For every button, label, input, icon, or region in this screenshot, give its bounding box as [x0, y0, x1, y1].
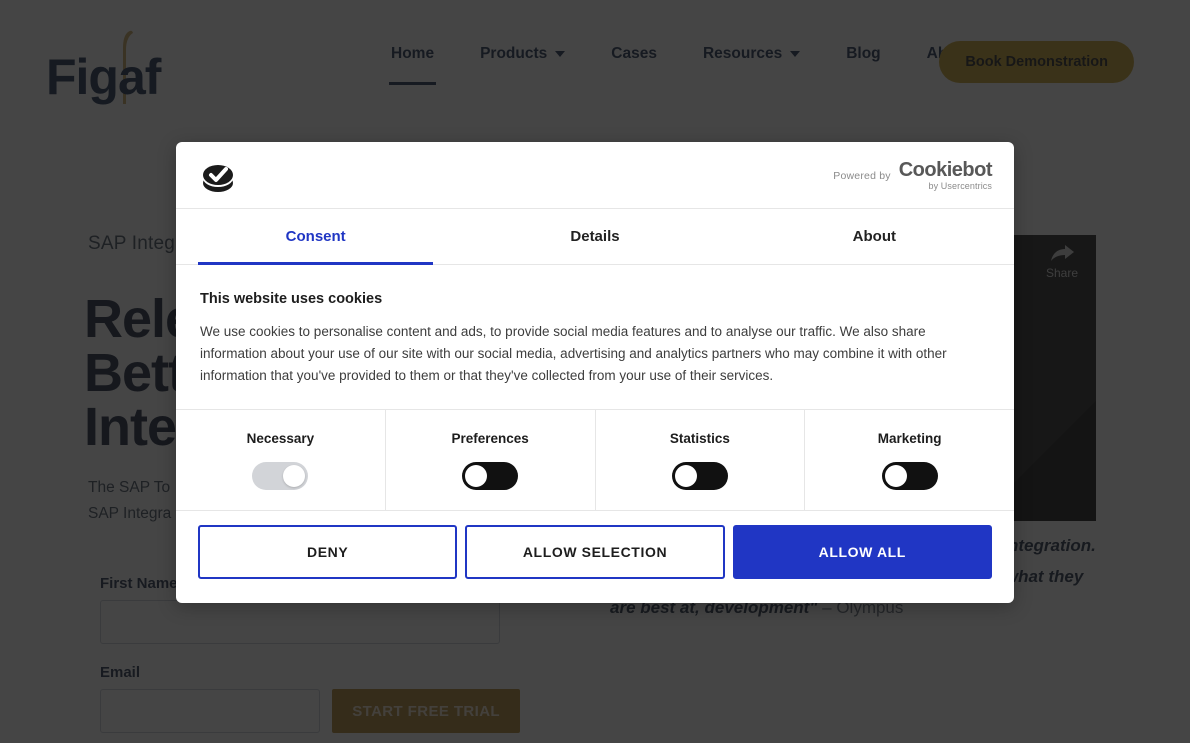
tab-label: About	[852, 228, 896, 245]
tab-label: Details	[570, 228, 620, 245]
tab-consent[interactable]: Consent	[176, 209, 455, 265]
cookie-category-label: Preferences	[451, 430, 529, 446]
toggle-knob	[465, 464, 488, 487]
cookiebot-brand-name: Cookiebot	[898, 159, 993, 181]
cookie-category-marketing: Marketing	[805, 410, 1014, 510]
tab-about[interactable]: About	[735, 209, 1014, 264]
cookie-category-necessary: Necessary	[176, 410, 386, 510]
toggle-knob	[674, 464, 697, 487]
cookiebot-cookie-check-icon	[203, 165, 233, 192]
cookie-dialog-title: This website uses cookies	[200, 291, 383, 307]
cookie-dialog-description: We use cookies to personalise content an…	[200, 324, 947, 383]
powered-by-cookiebot[interactable]: Powered by Cookiebot by Usercentrics	[833, 160, 992, 191]
cookie-category-label: Statistics	[669, 430, 730, 446]
toggle-statistics[interactable]	[671, 461, 728, 490]
cookie-category-preferences: Preferences	[386, 410, 596, 510]
toggle-knob	[283, 464, 306, 487]
toggle-preferences[interactable]	[462, 461, 519, 490]
toggle-necessary	[252, 461, 309, 490]
cookie-category-row: Necessary Preferences Statistics Marketi…	[176, 409, 1014, 511]
toggle-marketing[interactable]	[881, 461, 938, 490]
tab-label: Consent	[285, 228, 346, 245]
cookie-category-statistics: Statistics	[596, 410, 806, 510]
deny-button[interactable]: DENY	[198, 525, 458, 579]
cookiebot-brand-sub: by Usercentrics	[928, 181, 992, 191]
allow-selection-button[interactable]: ALLOW SELECTION	[465, 525, 725, 579]
cookie-dialog-tabs: Consent Details About	[176, 209, 1014, 265]
cookiebot-brand: Cookiebot by Usercentrics	[898, 159, 993, 191]
cookie-dialog-actions: DENY ALLOW SELECTION ALLOW ALL	[176, 511, 1014, 595]
powered-by-label: Powered by	[833, 169, 891, 182]
cookie-category-label: Necessary	[246, 430, 315, 446]
allow-all-button[interactable]: ALLOW ALL	[732, 525, 992, 579]
tab-details[interactable]: Details	[455, 209, 734, 264]
cookie-dialog-body: This website uses cookies We use cookies…	[176, 265, 1014, 409]
toggle-knob	[884, 464, 907, 487]
cookie-consent-dialog: Powered by Cookiebot by Usercentrics Con…	[176, 142, 1014, 603]
cookie-dialog-header: Powered by Cookiebot by Usercentrics	[176, 142, 1014, 209]
cookie-category-label: Marketing	[877, 430, 942, 446]
